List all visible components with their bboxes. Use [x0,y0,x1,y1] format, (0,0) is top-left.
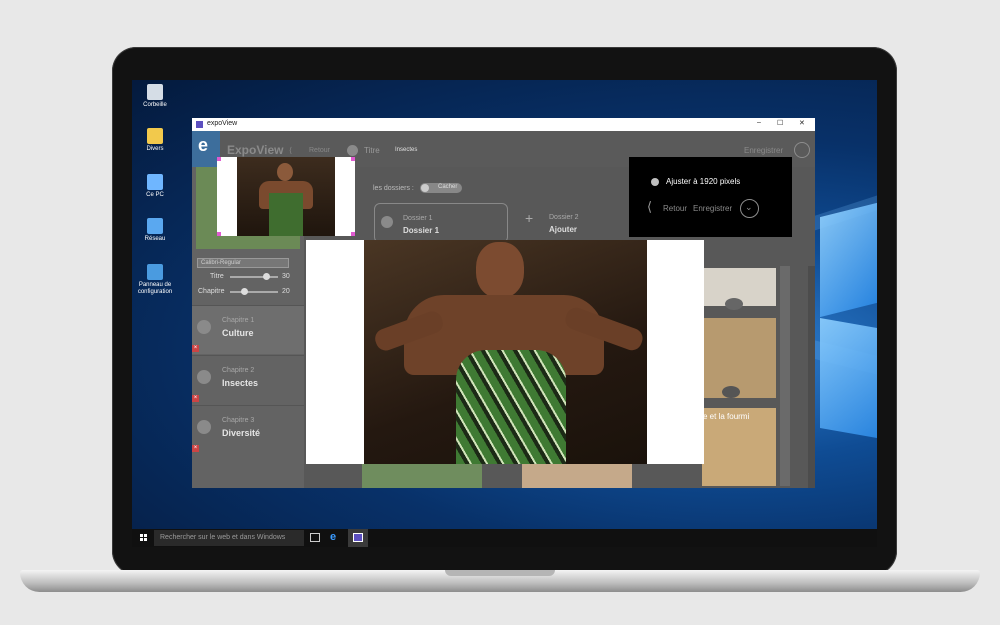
popup-back-link[interactable]: Retour [663,204,687,213]
desktop-icon-label: Ce PC [146,192,164,198]
large-image-preview [306,240,704,464]
chapter-name: Diversité [222,428,261,438]
slider-knob-titre[interactable] [263,273,270,280]
preview-photo [364,240,647,464]
back-link[interactable]: Retour [309,147,330,154]
media-thumbnail[interactable] [522,463,632,488]
media-tools-column [780,266,790,486]
task-view-icon[interactable] [310,533,320,542]
control-panel-icon [147,264,163,280]
font-select[interactable]: Calibri-Regular [197,258,289,268]
computer-icon [147,174,163,190]
media-caption: e et la fourmi [703,412,750,421]
chapter-item-3[interactable]: Chapitre 3 Diversité × [192,405,304,454]
resize-popup: Ajuster à 1920 pixels ⟨ Retour Enregistr… [629,157,792,237]
folder-card-1[interactable]: Dossier 1 Dossier 1 [374,203,508,243]
folder-name: Dossier 1 [403,226,440,235]
slider-knob-chapitre[interactable] [241,288,249,295]
preview-photo [237,157,335,236]
recycle-bin-icon [147,84,163,100]
folder-icon [147,128,163,144]
slider-value-titre: 30 [282,273,290,280]
minimize-button[interactable]: – [757,119,761,126]
chevron-down-icon[interactable] [794,142,810,158]
taskbar-expoview-button[interactable] [348,529,368,547]
windows-logo-pane [820,202,877,318]
small-image-preview[interactable] [217,157,355,236]
popup-save-link[interactable]: Enregistrer [693,204,732,213]
add-icon[interactable]: + [525,210,533,226]
pencil-icon[interactable] [347,145,358,156]
slider-value-chapitre: 20 [282,288,290,295]
slider-label-titre: Titre [210,273,224,280]
desktop-icon-label: Réseau [144,236,166,242]
chapter-name: Insectes [222,378,259,388]
vertical-scrollbar[interactable] [808,266,815,488]
delete-icon[interactable]: × [192,345,199,352]
window-titlebar: expoView – ☐ ✕ [192,118,815,131]
toggle-knob [421,184,429,192]
media-thumbnail[interactable] [362,463,482,488]
toolbar-save-label[interactable]: Enregistrer [744,146,783,155]
chevron-down-icon[interactable]: ⌄ [740,199,759,218]
laptop-notch [445,570,555,576]
close-button[interactable]: ✕ [799,119,805,127]
back-chevron-icon[interactable]: ⟨ [647,199,652,215]
add-folder-label[interactable]: Ajouter [549,225,577,234]
delete-icon[interactable]: × [192,395,199,402]
selection-handle[interactable] [217,232,221,236]
title-value[interactable]: Insectes [395,147,417,153]
chapter-item-1[interactable]: Chapitre 1 Culture × [192,305,304,354]
pencil-icon[interactable] [381,216,393,228]
pencil-icon[interactable] [197,420,211,434]
chapter-number: Chapitre 2 [222,367,255,374]
windows-start-icon [140,534,147,541]
window-title: expoView [207,120,238,127]
desktop-icon-this-pc[interactable]: Ce PC [132,174,178,199]
folder-number: Dossier 1 [403,215,433,222]
title-label: Titre [364,146,380,155]
expoview-logo: e [192,131,220,167]
chapter-number: Chapitre 1 [222,317,255,324]
desktop-icon-control-panel[interactable]: Panneau de configuration [132,264,178,296]
slider-label-chapitre: Chapitre [198,288,225,295]
windows-logo-pane [820,317,877,439]
brand-name: ExpoView [227,143,284,157]
desktop-icon-label: Corbeille [143,102,167,108]
selection-handle[interactable] [351,232,355,236]
pencil-icon[interactable] [197,320,211,334]
chapter-number: Chapitre 3 [222,417,255,424]
desktop-icon-divers[interactable]: Divers [132,128,178,153]
taskbar-search-input[interactable]: Rechercher sur le web et dans Windows [154,530,304,546]
selection-handle[interactable] [217,157,221,161]
selection-handle[interactable] [351,157,355,161]
speaker-icon[interactable] [725,298,743,310]
pencil-icon[interactable] [197,370,211,384]
folder-number: Dossier 2 [549,214,579,221]
expoview-app-icon [196,121,203,128]
desktop-icon-recycle-bin[interactable]: Corbeille [132,84,178,109]
maximize-button[interactable]: ☐ [777,119,783,127]
network-icon [147,218,163,234]
edge-browser-icon[interactable]: e [330,532,341,543]
media-thumbnail[interactable] [702,318,776,398]
hide-toggle[interactable]: Cacher [420,183,462,193]
back-chevron-icon[interactable]: ⟨ [289,146,292,155]
toggle-label: Cacher [438,184,458,190]
resize-option-label[interactable]: Ajuster à 1920 pixels [666,177,740,186]
delete-icon[interactable]: × [192,445,199,452]
folders-label: les dossiers : [373,185,414,192]
option-radio[interactable] [651,178,659,186]
chapter-name: Culture [222,328,254,338]
desktop-icon-network[interactable]: Réseau [132,218,178,243]
desktop-icon-label: Panneau de configuration [137,282,173,295]
start-button[interactable] [132,529,154,547]
slider-track-titre[interactable] [230,276,278,278]
chapter-item-2[interactable]: Chapitre 2 Insectes × [192,355,304,404]
taskbar: Rechercher sur le web et dans Windows e [132,529,877,547]
expoview-app-icon [353,533,363,542]
desktop-icon-label: Divers [146,146,164,152]
slider-track-chapitre[interactable] [230,291,278,293]
camera-icon[interactable] [722,386,740,398]
